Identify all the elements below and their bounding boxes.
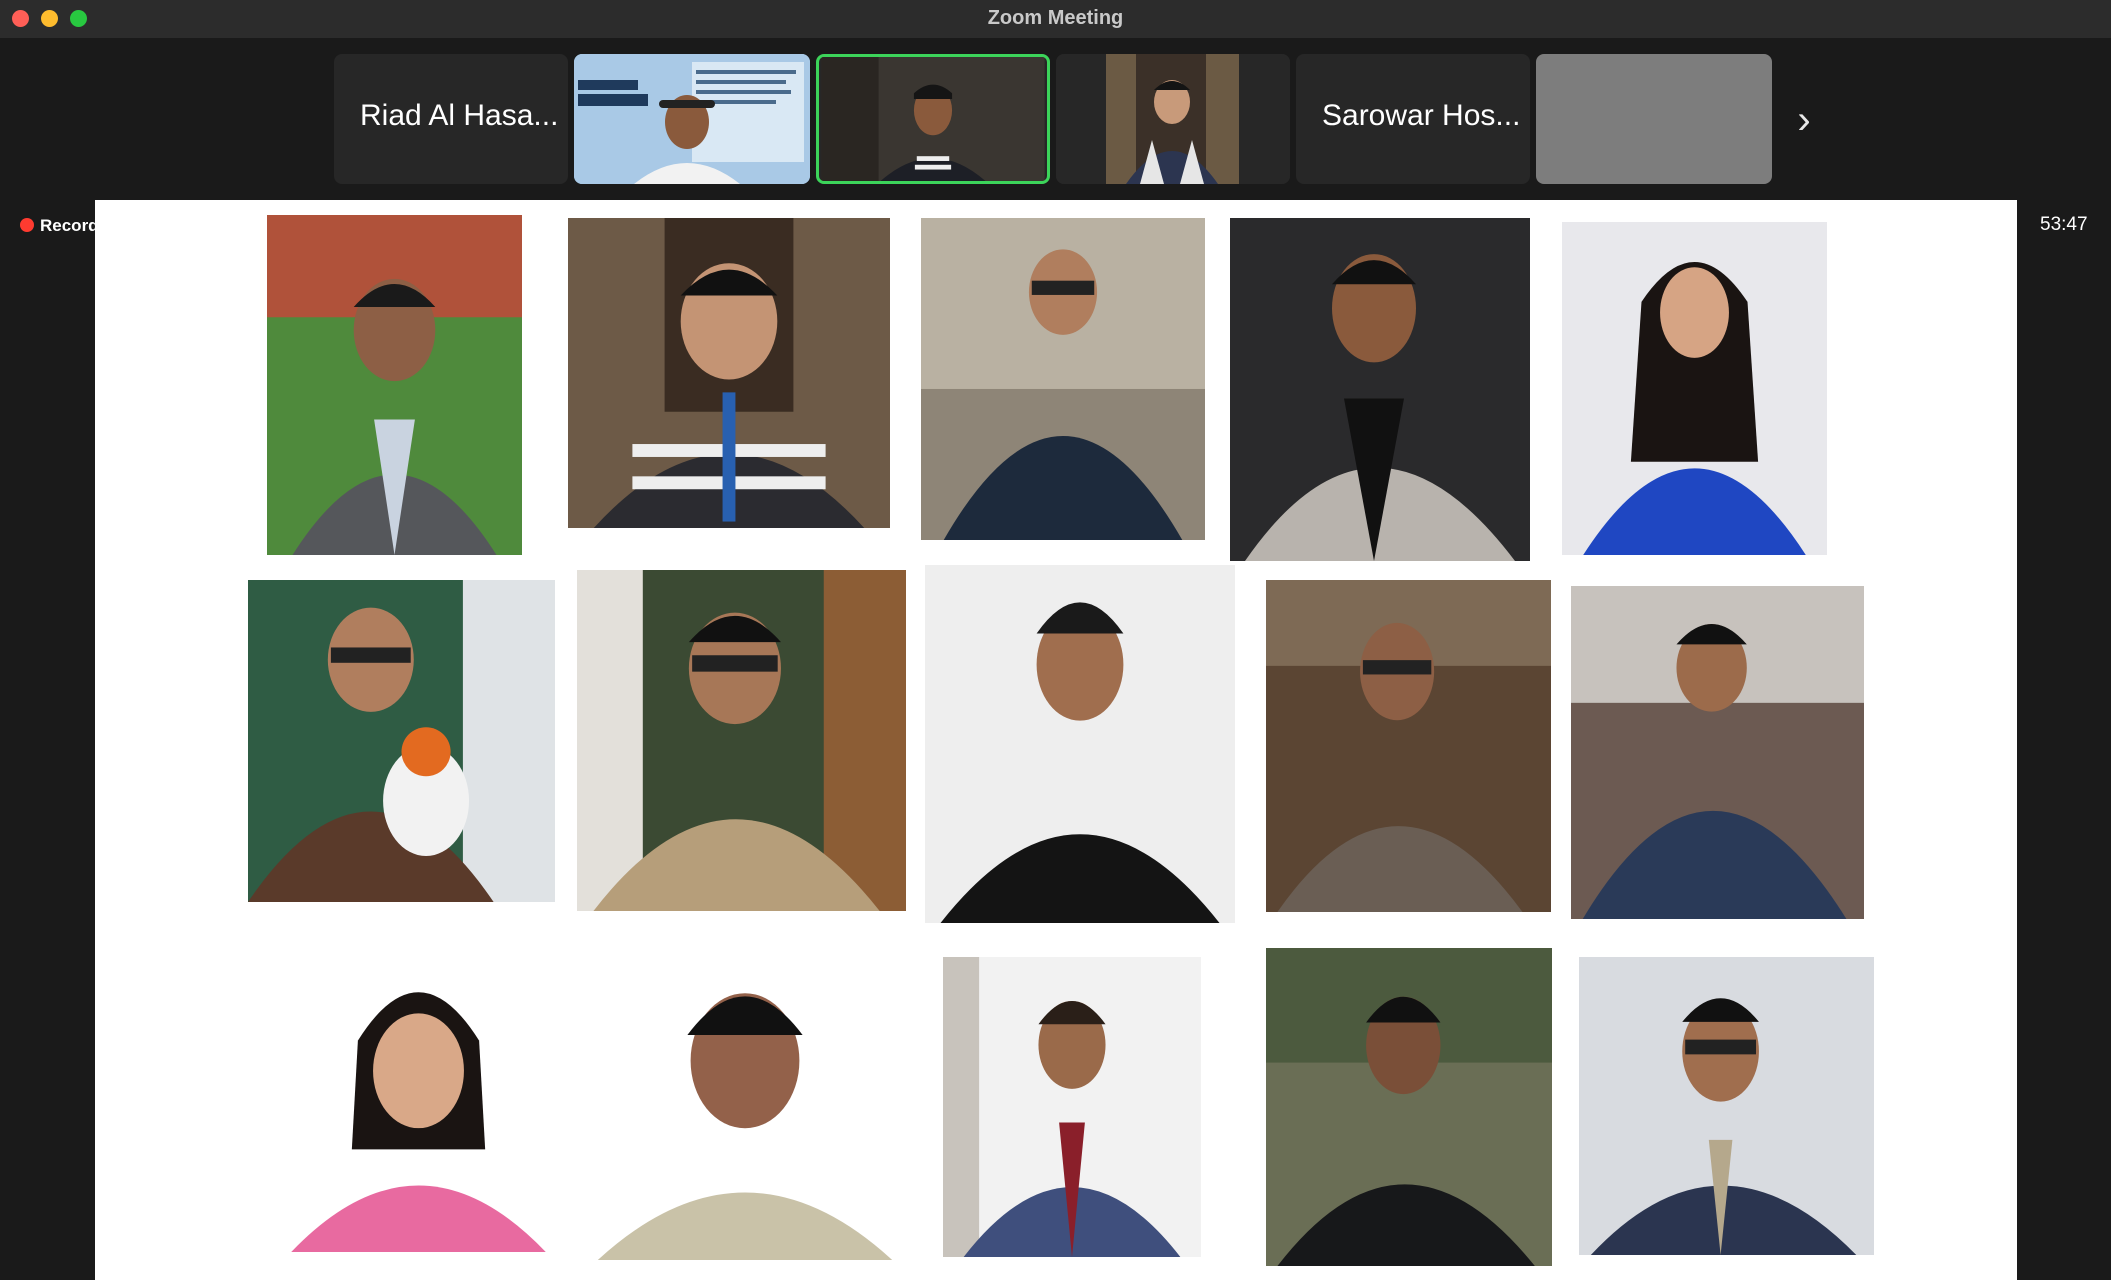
portrait-photo	[1579, 957, 1874, 1255]
portrait-photo	[577, 570, 906, 911]
participant-name: Sarowar Hos...	[1322, 99, 1521, 132]
window-title: Zoom Meeting	[987, 7, 1124, 29]
participant-name: Riad Al Hasa...	[360, 99, 559, 132]
portrait-photo	[943, 957, 1201, 1257]
participant-video-tile[interactable]	[574, 54, 810, 184]
chevron-right-icon[interactable]: ›	[1790, 100, 1818, 140]
portrait-photo	[925, 565, 1235, 923]
portrait-photo	[248, 580, 555, 902]
portrait-photo	[1230, 218, 1530, 561]
participant-video	[1056, 54, 1290, 184]
portrait-photo	[1562, 222, 1827, 555]
participant-strip: Riad Al Hasa... Sarowar Hos... ›	[0, 38, 2111, 198]
shared-screen	[95, 200, 2017, 1280]
portrait-photo	[267, 950, 570, 1252]
portrait-photo	[1571, 586, 1864, 919]
participant-video-tile-active[interactable]	[816, 54, 1050, 184]
portrait-photo	[267, 215, 522, 555]
participant-tile-sarowar[interactable]: Sarowar Hos...	[1296, 54, 1530, 184]
portrait-photo	[585, 945, 905, 1260]
portrait-photo	[568, 218, 890, 528]
portrait-photo	[1266, 580, 1551, 912]
participant-video-tile[interactable]	[1056, 54, 1290, 184]
recording-dot-icon	[20, 218, 34, 232]
participant-tile-blank[interactable]	[1536, 54, 1772, 184]
meeting-timer: 53:47	[2040, 214, 2088, 235]
participant-video	[821, 57, 1045, 181]
title-bar: Zoom Meeting	[0, 0, 2111, 39]
portrait-photo	[921, 218, 1205, 540]
participant-tile-riad[interactable]: Riad Al Hasa...	[334, 54, 568, 184]
portrait-photo	[1266, 948, 1552, 1266]
participant-video	[574, 54, 810, 184]
